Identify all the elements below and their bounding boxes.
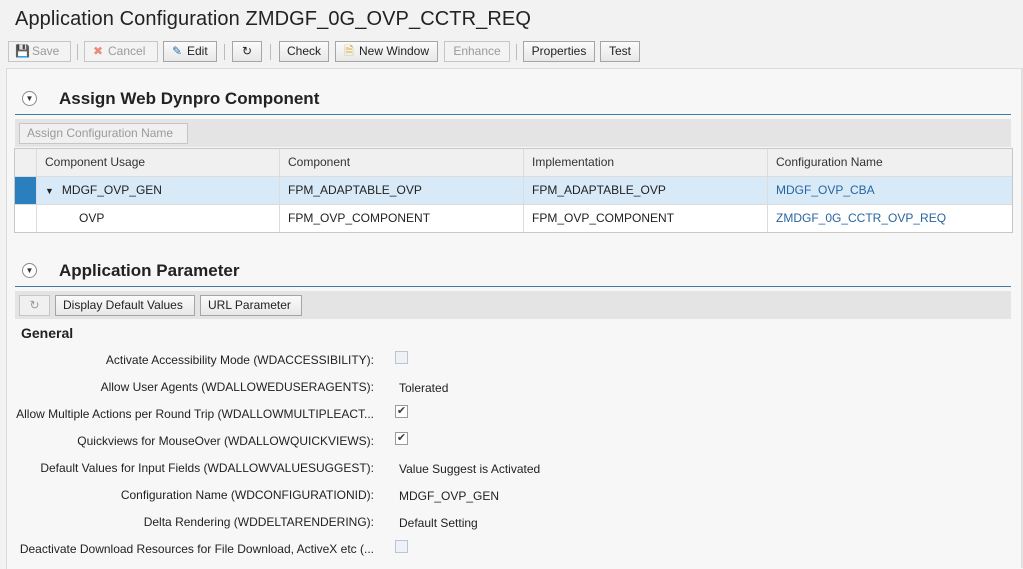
field-value: Tolerated <box>399 381 449 395</box>
field-label: Configuration Name (WDCONFIGURATIONID): <box>120 488 374 502</box>
row-selector-header <box>15 149 37 176</box>
table-row[interactable]: ▼ MDGF_OVP_GEN FPM_ADAPTABLE_OVP FPM_ADAP… <box>15 177 1012 205</box>
checkbox[interactable] <box>395 351 408 364</box>
row-selector[interactable] <box>15 177 37 204</box>
expand-triangle-icon[interactable]: ▼ <box>45 178 54 204</box>
toolbar-separator <box>270 44 271 60</box>
refresh-icon: ↻ <box>29 298 40 312</box>
field-value: Default Setting <box>399 516 478 530</box>
display-default-values-button[interactable]: Display Default Values <box>55 295 195 316</box>
save-icon: 💾 <box>15 44 30 58</box>
title-bar: Application Configuration ZMDGF_0G_OVP_C… <box>0 0 1023 41</box>
checkbox[interactable]: ✔ <box>395 405 408 418</box>
new-window-icon: 🗎 <box>344 44 354 58</box>
content-area: ▼ Assign Web Dynpro Component Assign Con… <box>6 68 1022 569</box>
component-cell: FPM_OVP_COMPONENT <box>280 205 524 232</box>
assign-configuration-name-button[interactable]: Assign Configuration Name <box>19 123 188 144</box>
form-row: Default Values for Input Fields (WDALLOW… <box>7 458 1007 478</box>
checkbox[interactable] <box>395 540 408 553</box>
refresh-button[interactable]: ↻ <box>232 41 262 62</box>
component-usage-cell: ▼ MDGF_OVP_GEN <box>37 177 280 204</box>
section-title-general: General <box>21 325 74 341</box>
form-row: Deactivate Download Resources for File D… <box>7 539 1007 559</box>
column-header[interactable]: Implementation <box>524 149 768 176</box>
field-value: Value Suggest is Activated <box>399 462 541 476</box>
test-button[interactable]: Test <box>600 41 640 62</box>
refresh-icon: ↻ <box>241 44 253 58</box>
field-label: Allow User Agents (WDALLOWEDUSERAGENTS): <box>100 380 374 394</box>
close-icon: ✖ <box>92 44 104 58</box>
component-table: Component Usage Component Implementation… <box>14 148 1013 233</box>
collapse-icon[interactable]: ▼ <box>22 263 37 278</box>
field-value: MDGF_OVP_GEN <box>399 489 500 503</box>
column-header[interactable]: Component Usage <box>37 149 280 176</box>
table-row[interactable]: OVP FPM_OVP_COMPONENT FPM_OVP_COMPONENT … <box>15 205 1012 232</box>
url-parameter-button[interactable]: URL Parameter <box>200 295 302 316</box>
table-header: Component Usage Component Implementation… <box>15 149 1012 177</box>
column-header[interactable]: Component <box>280 149 524 176</box>
cancel-button[interactable]: ✖ Cancel <box>84 41 158 62</box>
implementation-cell: FPM_ADAPTABLE_OVP <box>524 177 768 204</box>
configuration-name-cell: MDGF_OVP_CBA <box>768 177 1013 204</box>
page-title: Application Configuration ZMDGF_0G_OVP_C… <box>15 8 532 30</box>
field-label: Delta Rendering (WDDELTARENDERING): <box>143 515 374 529</box>
column-header[interactable]: Configuration Name <box>768 149 1013 176</box>
main-toolbar: 💾 Save ✖ Cancel ✎ Edit ↻ Check 🗎 New Window … <box>0 40 1023 68</box>
new-window-button[interactable]: 🗎 New Window <box>335 41 438 62</box>
check-button[interactable]: Check <box>279 41 329 62</box>
checkbox[interactable]: ✔ <box>395 432 408 445</box>
refresh-button[interactable]: ↻ <box>19 295 50 316</box>
assign-panel-title: Assign Web Dynpro Component <box>59 89 320 108</box>
enhance-button[interactable]: Enhance <box>444 41 510 62</box>
collapse-icon[interactable]: ▼ <box>22 91 37 106</box>
form-row: Delta Rendering (WDDELTARENDERING): Defau… <box>7 512 1007 532</box>
form-row: Quickviews for MouseOver (WDALLOWQUICKVI… <box>7 431 1007 451</box>
save-button[interactable]: 💾 Save <box>8 41 71 62</box>
implementation-cell: FPM_OVP_COMPONENT <box>524 205 768 232</box>
field-label: Activate Accessibility Mode (WDACCESSIBI… <box>105 353 374 367</box>
param-panel-title: Application Parameter <box>59 261 240 280</box>
row-selector[interactable] <box>15 205 37 232</box>
toolbar-separator <box>516 44 517 60</box>
param-panel-header: ▼ Application Parameter <box>15 258 1011 287</box>
field-label: Default Values for Input Fields (WDALLOW… <box>40 461 374 475</box>
edit-button[interactable]: ✎ Edit <box>163 41 217 62</box>
toolbar-separator <box>224 44 225 60</box>
configuration-name-link[interactable]: ZMDGF_0G_CCTR_OVP_REQ <box>776 211 946 225</box>
pencil-icon: ✎ <box>171 44 183 58</box>
configuration-name-cell: ZMDGF_0G_CCTR_OVP_REQ <box>768 205 1013 232</box>
form-row: Activate Accessibility Mode (WDACCESSIBI… <box>7 350 1007 370</box>
form-row: Allow Multiple Actions per Round Trip (W… <box>7 404 1007 424</box>
assign-panel-header: ▼ Assign Web Dynpro Component <box>15 86 1011 115</box>
field-label: Deactivate Download Resources for File D… <box>19 542 374 556</box>
configuration-name-link[interactable]: MDGF_OVP_CBA <box>776 183 875 197</box>
component-cell: FPM_ADAPTABLE_OVP <box>280 177 524 204</box>
assign-panel-toolbar: Assign Configuration Name <box>15 119 1011 147</box>
form-row: Configuration Name (WDCONFIGURATIONID): M… <box>7 485 1007 505</box>
component-usage-cell: OVP <box>37 205 280 232</box>
form-row: Allow User Agents (WDALLOWEDUSERAGENTS):… <box>7 377 1007 397</box>
field-label: Quickviews for MouseOver (WDALLOWQUICKVI… <box>77 434 374 448</box>
field-label: Allow Multiple Actions per Round Trip (W… <box>16 407 374 421</box>
properties-button[interactable]: Properties <box>523 41 595 62</box>
toolbar-separator <box>77 44 78 60</box>
param-panel-toolbar: ↻ Display Default Values URL Parameter <box>15 291 1011 319</box>
